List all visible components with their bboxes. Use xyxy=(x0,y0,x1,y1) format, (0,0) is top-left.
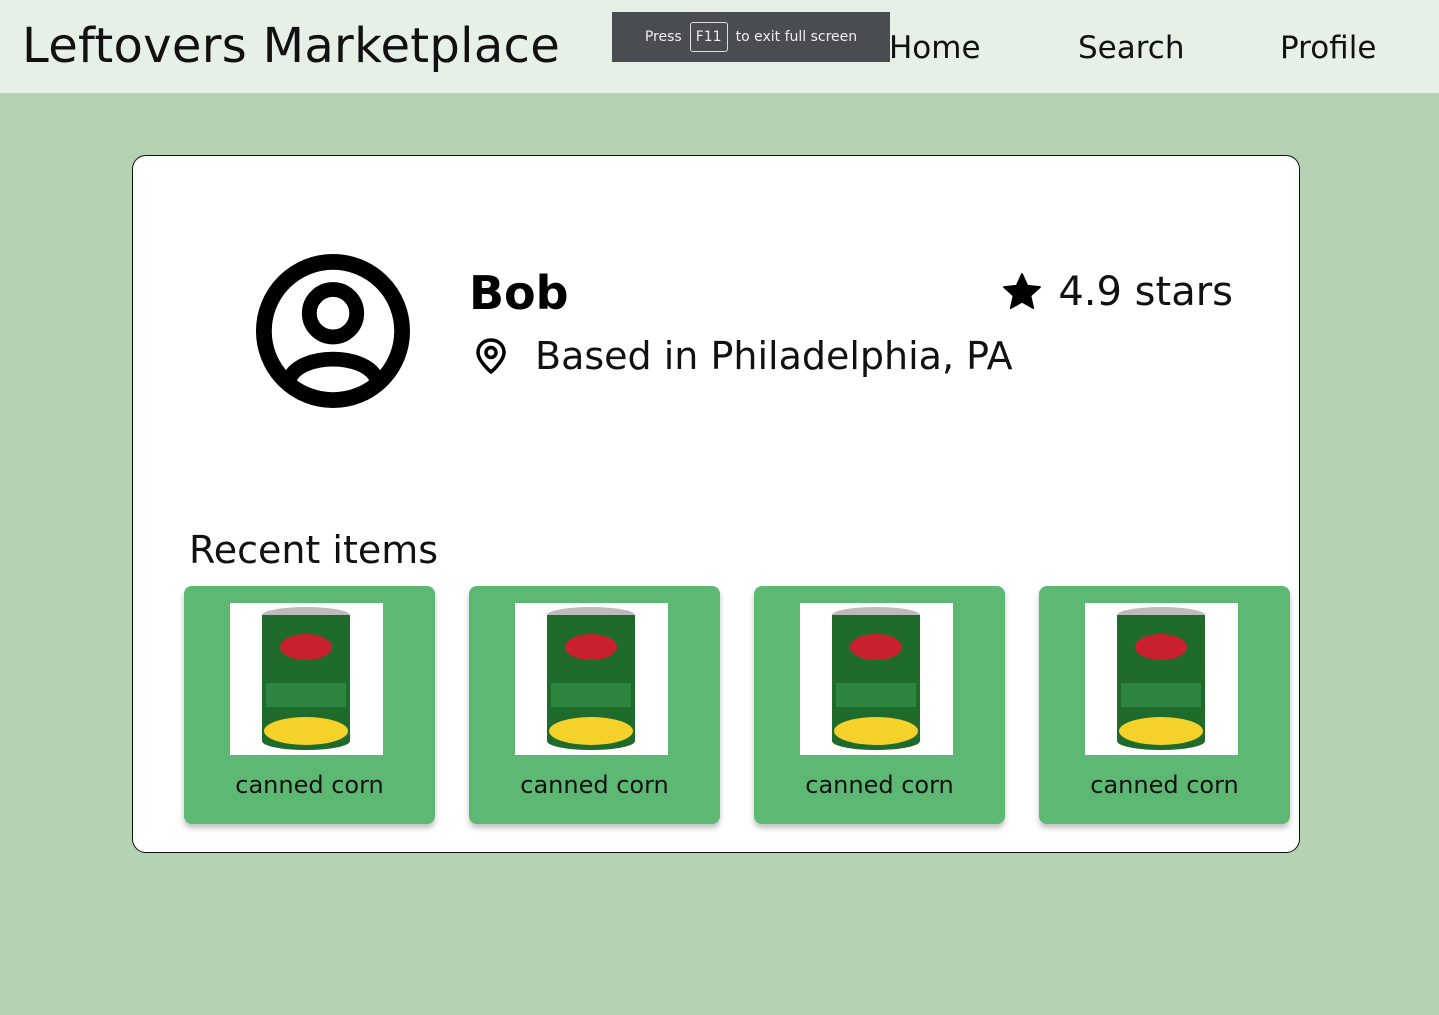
toast-key: F11 xyxy=(689,22,728,52)
item-label: canned corn xyxy=(805,771,954,799)
toast-prefix: Press xyxy=(644,29,682,45)
profile-rating: 4.9 stars xyxy=(1000,269,1233,315)
canned-corn-image xyxy=(1085,603,1238,755)
item-label: canned corn xyxy=(1090,771,1239,799)
nav-profile-link[interactable]: Profile xyxy=(1280,30,1376,66)
rating-text: 4.9 stars xyxy=(1058,269,1233,315)
item-label: canned corn xyxy=(520,771,669,799)
item-card[interactable]: canned corn xyxy=(754,586,1005,824)
map-pin-icon xyxy=(476,338,506,374)
user-circle-icon xyxy=(255,253,411,409)
item-card[interactable]: canned corn xyxy=(1039,586,1290,824)
brand-title[interactable]: Leftovers Marketplace xyxy=(22,18,560,74)
star-icon xyxy=(1003,273,1042,310)
toast-suffix: to exit full screen xyxy=(735,29,858,45)
location-text: Based in Philadelphia, PA xyxy=(535,334,1013,378)
nav-search-link[interactable]: Search xyxy=(1078,30,1185,66)
canned-corn-image xyxy=(800,603,953,755)
canned-corn-image xyxy=(515,603,668,755)
item-label: canned corn xyxy=(235,771,384,799)
nav-home-link[interactable]: Home xyxy=(889,30,981,66)
item-card[interactable]: canned corn xyxy=(469,586,720,824)
item-card[interactable]: canned corn xyxy=(184,586,435,824)
fullscreen-toast: Press F11 to exit full screen xyxy=(612,12,890,62)
recent-items-heading: Recent items xyxy=(189,528,439,572)
canned-corn-image xyxy=(230,603,383,755)
recent-items-list: canned corn canned corn canned corn cann… xyxy=(184,586,1290,824)
profile-card: Bob Based in Philadelphia, PA 4.9 stars … xyxy=(132,155,1300,853)
profile-location: Based in Philadelphia, PA xyxy=(471,334,1013,378)
profile-name: Bob xyxy=(469,266,569,320)
